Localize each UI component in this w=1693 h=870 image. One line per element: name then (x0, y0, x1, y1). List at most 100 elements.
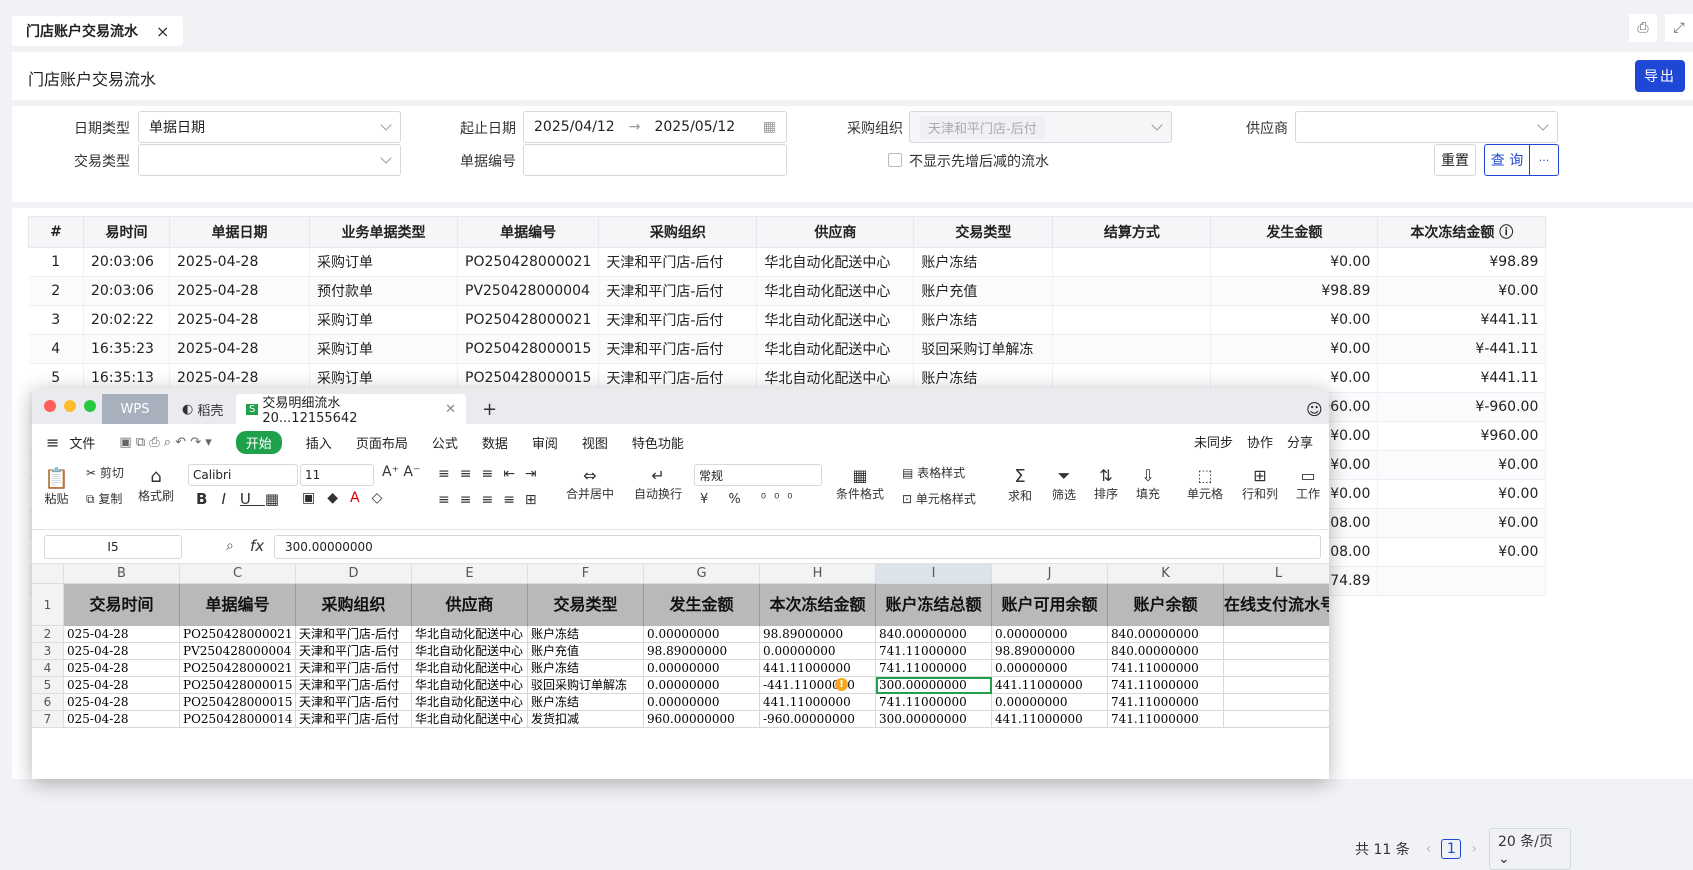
avatar[interactable]: ☺ (1296, 394, 1329, 424)
wps-menu-item[interactable]: 特色功能 (632, 433, 684, 452)
column-header[interactable]: 业务单据类型 (309, 216, 458, 248)
doc-no-input[interactable] (523, 144, 787, 176)
number-format-select[interactable]: 常规 (694, 464, 822, 486)
worksheet-button[interactable]: ▭ 工作 (1296, 466, 1320, 502)
sheet-header-cell[interactable]: 账户可用余额 (992, 584, 1108, 626)
sheet-cell[interactable]: 驳回采购订单解冻 (528, 677, 644, 694)
grow-font-icon[interactable]: A⁺ A⁻ (382, 464, 420, 480)
sheet-cell[interactable]: PO250428000015 (180, 677, 296, 694)
format-painter-button[interactable]: ⌂ 格式刷 (138, 466, 174, 504)
table-style-button[interactable]: ▤ 表格样式 (902, 464, 965, 481)
sheet-header-cell[interactable]: 账户冻结总额 (876, 584, 992, 626)
sheet-cell[interactable]: 天津和平门店-后付 (296, 711, 412, 728)
sheet-cell[interactable]: 0.00000000 (992, 694, 1108, 711)
sheet-cell[interactable]: 025-04-28 (64, 694, 180, 711)
align-top-icons[interactable]: ≡≡≡⇤⇥ (438, 466, 547, 482)
sort-button[interactable]: ⇅ 排序 (1094, 466, 1118, 502)
fullscreen-icon[interactable]: ⤢ (1665, 14, 1693, 42)
sheet-cell[interactable]: 98.89000000 (992, 643, 1108, 660)
sheet-header-cell[interactable]: 账户余额 (1108, 584, 1224, 626)
sheet-cell[interactable]: 天津和平门店-后付 (296, 677, 412, 694)
sheet-cell[interactable]: 华北自动化配送中心 (412, 694, 528, 711)
wps-menu-item[interactable]: 开始 (235, 430, 282, 454)
sheet-cell[interactable]: 账户冻结 (528, 660, 644, 677)
wps-right-menu-item[interactable]: 未同步 (1194, 432, 1233, 451)
column-header[interactable]: 结算方式 (1052, 216, 1212, 248)
number-format-icons[interactable]: ¥ % ⁰⁰⁰ (700, 492, 801, 507)
sheet-cell[interactable]: 华北自动化配送中心 (412, 643, 528, 660)
tab-store-account-flow[interactable]: 门店账户交易流水 × (12, 16, 184, 46)
sheet-cell[interactable]: 账户充值 (528, 643, 644, 660)
row-number[interactable]: 4 (32, 660, 64, 677)
table-row[interactable]: 2 20:03:06 2025-04-28 预付款单 PV250428000004 天津和… (28, 276, 1547, 306)
print-icon[interactable]: ⎙ (1629, 14, 1657, 42)
filter-button[interactable]: ⏷ 筛选 (1052, 466, 1076, 503)
close-window-icon[interactable] (44, 400, 56, 412)
date-type-select[interactable]: 单据日期 (138, 111, 401, 143)
align-bottom-icons[interactable]: ≡≡≡≡⊞ (438, 492, 547, 508)
table-row[interactable]: 3 20:02:22 2025-04-28 采购订单 PO250428000021 天津和… (28, 305, 1547, 335)
sheet-cell[interactable]: PO250428000021 (180, 660, 296, 677)
sheet-cell[interactable]: 0.00000000 (760, 643, 876, 660)
wps-menu-item[interactable]: 公式 (432, 433, 458, 452)
copy-button[interactable]: ⧉ 复制 (86, 490, 122, 507)
trade-type-select[interactable] (138, 144, 401, 176)
column-letter[interactable]: G (644, 564, 760, 584)
row-col-button[interactable]: ⊞ 行和列 (1242, 466, 1278, 502)
tab-file[interactable]: S 交易明细流水20...12155642 ✕ (236, 394, 466, 426)
minimize-window-icon[interactable] (64, 400, 76, 412)
wps-menu-item[interactable]: 插入 (306, 433, 332, 452)
column-letter[interactable]: C (180, 564, 296, 584)
sheet-cell[interactable]: 840.00000000 (1108, 643, 1224, 660)
column-header[interactable]: 单据日期 (169, 216, 310, 248)
sheet-cell[interactable]: PV250428000004 (180, 643, 296, 660)
tab-close-icon[interactable]: ✕ (445, 402, 456, 417)
sheet-cell[interactable]: 0.00000000 (992, 626, 1108, 643)
zoom-icon[interactable]: ⌕ (226, 538, 234, 554)
column-letter[interactable]: D (296, 564, 412, 584)
spreadsheet-grid[interactable]: B C D E F G H I J K L 1 交易时间 单据编号 采购组织 供应商 交易类型 发生金额 本次冻结金… (32, 564, 1329, 779)
sheet-cell[interactable]: 账户冻结 (528, 694, 644, 711)
name-box[interactable]: I5 (44, 535, 182, 559)
date-range-picker[interactable]: 2025/04/12 → 2025/05/12 ▦ (523, 111, 787, 143)
sheet-cell[interactable]: 天津和平门店-后付 (296, 626, 412, 643)
sheet-cell[interactable]: 0.00000000 (644, 626, 760, 643)
column-letter[interactable]: B (64, 564, 180, 584)
table-row[interactable]: 1 20:03:06 2025-04-28 采购订单 PO250428000021 天津和… (28, 247, 1547, 277)
sheet-cell[interactable]: 账户冻结 (528, 626, 644, 643)
sheet-cell[interactable] (1224, 660, 1329, 677)
sheet-cell[interactable]: 98.89000000 (760, 626, 876, 643)
wps-menu-item[interactable]: 审阅 (532, 433, 558, 452)
formula-input[interactable]: 300.00000000 (274, 535, 1321, 559)
sheet-cell[interactable]: 天津和平门店-后付 (296, 694, 412, 711)
quick-access-icons[interactable]: ▣ ⧉ ⎙ ⌕ ↶ ↷ ▾ (119, 435, 211, 450)
column-header[interactable]: 供应商 (756, 216, 915, 248)
sheet-cell[interactable]: 741.11000000 (876, 660, 992, 677)
font-select[interactable]: Calibri (188, 464, 298, 486)
sum-button[interactable]: Σ 求和 (1008, 466, 1032, 504)
sheet-header-cell[interactable]: 发生金额 (644, 584, 760, 626)
sheet-cell[interactable]: 441.11000000 (992, 677, 1108, 694)
cell-style-button[interactable]: ⊡ 单元格样式 (902, 490, 976, 507)
sheet-cell[interactable] (1224, 626, 1329, 643)
sheet-cell[interactable]: 0.00000000 (644, 660, 760, 677)
sheet-header-cell[interactable]: 在线支付流水号 (1224, 584, 1329, 626)
query-button[interactable]: 查 询 (1484, 144, 1530, 176)
column-letter[interactable]: K (1108, 564, 1224, 584)
sheet-cell[interactable]: 华北自动化配送中心 (412, 626, 528, 643)
tab-daoke[interactable]: ◐ 稻壳 (172, 394, 233, 424)
font-size-select[interactable]: 11 (300, 464, 374, 486)
table-row[interactable]: 4 16:35:23 2025-04-28 采购订单 PO250428000015 天津和… (28, 334, 1547, 364)
column-letter[interactable]: E (412, 564, 528, 584)
row-number[interactable]: 7 (32, 711, 64, 728)
merge-center-button[interactable]: ⇔ 合并居中 (566, 466, 614, 502)
sheet-cell[interactable]: PO250428000015 (180, 694, 296, 711)
sheet-cell[interactable]: 441.11000000 (760, 660, 876, 677)
sheet-cell[interactable]: 741.11000000 (876, 694, 992, 711)
sheet-cell[interactable]: -960.00000000 (760, 711, 876, 728)
tab-wps[interactable]: WPS (102, 394, 168, 424)
fill-button[interactable]: ⇩ 填充 (1136, 466, 1160, 502)
sheet-header-cell[interactable]: 采购组织 (296, 584, 412, 626)
sheet-cell[interactable]: 960.00000000 (644, 711, 760, 728)
sheet-cell[interactable]: 天津和平门店-后付 (296, 643, 412, 660)
